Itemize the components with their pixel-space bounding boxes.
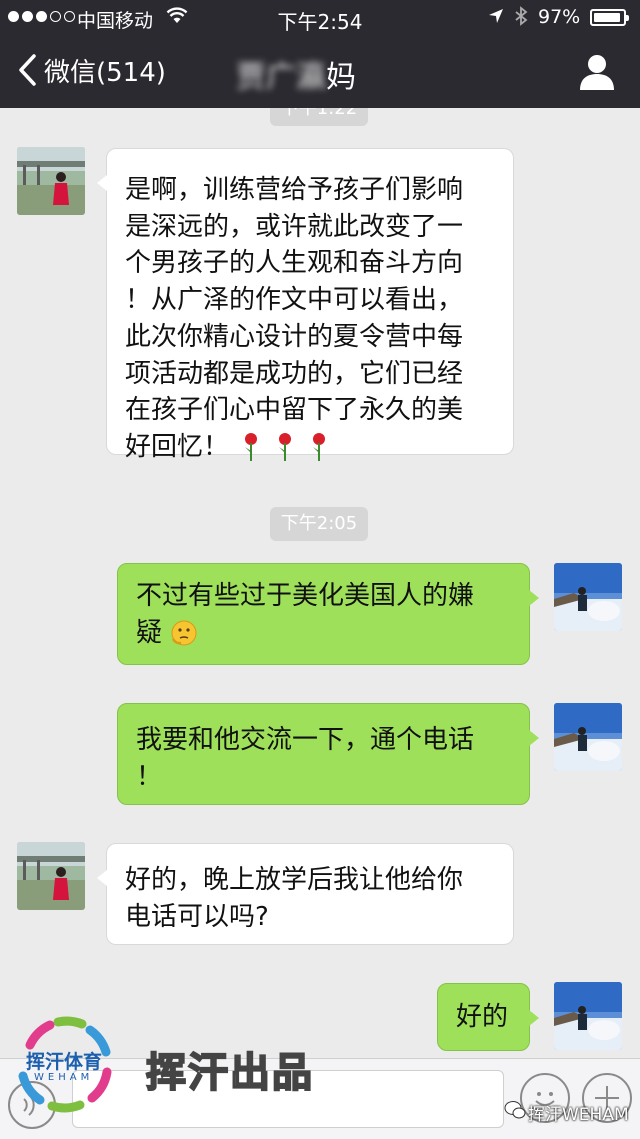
chat-title-obscured: 贾广瀛: [236, 60, 326, 95]
my-avatar[interactable]: [554, 982, 622, 1050]
message-line: 好回忆！: [125, 431, 230, 462]
my-avatar[interactable]: [554, 563, 622, 631]
message-bubble-received[interactable]: 好的，晚上放学后我让他给你 电话可以吗?: [97, 843, 514, 945]
message-line: 好的: [456, 1002, 509, 1032]
message-line: 疑: [136, 617, 163, 648]
battery-percent: 97%: [538, 6, 581, 28]
status-bar: 中国移动 下午2:54 97%: [0, 0, 640, 36]
rose-emoji-icon: [245, 433, 326, 462]
back-button[interactable]: 微信(514): [14, 50, 166, 90]
time-divider-text: 下午2:05: [280, 513, 358, 534]
message-line: 是啊，训练营给予孩子们影响: [125, 175, 464, 205]
avatar-photo-icon: [554, 563, 622, 631]
message-line: 电话可以吗?: [125, 901, 269, 932]
message-bubble-sent[interactable]: 我要和他交流一下，通个电话 ！: [117, 703, 539, 805]
time-divider: 下午2:05: [270, 507, 368, 541]
avatar-photo-icon: [17, 842, 85, 910]
message-line: ！从广泽的作文中可以看出，: [125, 285, 464, 316]
avatar-photo-icon: [554, 703, 622, 771]
watermark-corner-text: 挥汗WEHAM: [528, 1105, 629, 1125]
thinking-face-emoji-icon: [171, 620, 197, 646]
wechat-logo-icon: [504, 1101, 526, 1119]
message-line: 不过有些过于美化美国人的嫌: [136, 581, 475, 611]
bluetooth-icon: [515, 6, 528, 26]
message-bubble-sent[interactable]: 不过有些过于美化美国人的嫌 疑: [117, 563, 539, 665]
contact-avatar[interactable]: [17, 842, 85, 910]
watermark-center-text: 挥汗出品: [145, 1049, 314, 1097]
message-line: 项活动都是成功的，它们已经: [125, 358, 464, 389]
message-line: 是深远的，或许就此改变了一: [125, 211, 464, 242]
message-line: 个男孩子的人生观和奋斗方向: [125, 248, 464, 279]
location-arrow-icon: [489, 9, 503, 23]
contact-avatar[interactable]: [17, 147, 85, 215]
watermark-logo-text: 挥汗体育: [26, 1051, 103, 1073]
message-bubble-received[interactable]: 是啊，训练营给予孩子们影响 是深远的，或许就此改变了一 个男孩子的人生观和奋斗方…: [97, 148, 514, 462]
chevron-left-icon: [19, 54, 36, 86]
message-bubble-sent[interactable]: 好的: [437, 983, 539, 1051]
message-line: 好的，晚上放学后我让他给你: [125, 865, 464, 895]
message-line: 此次你精心设计的夏令营中每: [125, 321, 464, 352]
watermark-logo-subtext: WEHAM: [34, 1072, 94, 1083]
top-bar: 中国移动 下午2:54 97% 微信(514) 贾广瀛妈: [0, 0, 640, 108]
message-line: 在孩子们心中留下了永久的美: [125, 395, 464, 426]
chat-title: 贾广瀛妈: [236, 52, 356, 96]
my-avatar[interactable]: [554, 703, 622, 771]
avatar-photo-icon: [554, 982, 622, 1050]
back-label: 微信(514): [44, 57, 166, 88]
contact-info-icon[interactable]: [578, 52, 616, 92]
message-line: ！: [136, 761, 163, 792]
avatar-photo-icon: [17, 147, 85, 215]
chat-title-suffix: 妈: [326, 60, 356, 95]
nav-bar: 微信(514) 贾广瀛妈: [0, 36, 640, 108]
message-line: 我要和他交流一下，通个电话: [136, 725, 475, 755]
battery-icon: [590, 9, 629, 26]
